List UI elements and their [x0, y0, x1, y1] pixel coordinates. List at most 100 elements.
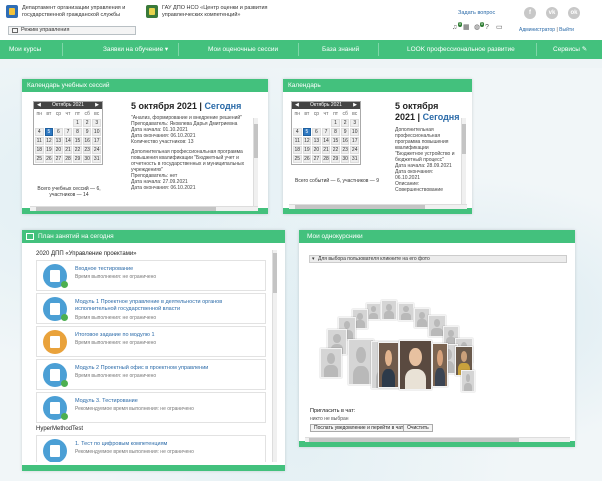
- lesson-item[interactable]: Модуль 3. Тестирование Рекомендуемое вре…: [36, 392, 266, 423]
- calendar-day[interactable]: 18: [35, 146, 44, 154]
- nav-services[interactable]: Сервисы ✎: [553, 40, 587, 59]
- classmate-photo[interactable]: [432, 343, 448, 387]
- calendar-day[interactable]: 31: [350, 155, 359, 163]
- calendar-day[interactable]: 6: [54, 128, 63, 136]
- bell-icon[interactable]: ♫ 0: [452, 21, 462, 31]
- calendar-day[interactable]: 2: [340, 119, 350, 127]
- calendar-day[interactable]: 8: [73, 128, 82, 136]
- calendar-day[interactable]: 12: [302, 137, 312, 145]
- calendar-day[interactable]: 7: [321, 128, 331, 136]
- calendar-day[interactable]: 21: [321, 146, 331, 154]
- calendar-day[interactable]: 8: [331, 128, 340, 136]
- calendar-day[interactable]: 11: [293, 137, 302, 145]
- next-month-icon[interactable]: ▶: [353, 102, 357, 109]
- calendar-day[interactable]: 17: [92, 137, 101, 145]
- calendar-day[interactable]: 29: [73, 155, 82, 163]
- calendar-day[interactable]: 20: [54, 146, 63, 154]
- session-info-scrollbar[interactable]: [253, 118, 258, 206]
- event-info-scrollbar[interactable]: [461, 118, 466, 204]
- calendar-day[interactable]: 13: [54, 137, 63, 145]
- odnoklassniki-icon[interactable]: ok: [568, 7, 580, 19]
- calendar-day[interactable]: 25: [35, 155, 44, 163]
- events-hscrollbar[interactable]: [289, 204, 467, 209]
- nav-my-courses[interactable]: Мои курсы: [9, 40, 41, 59]
- org-logo[interactable]: Департамент организации управления и гос…: [6, 5, 152, 18]
- calendar-day[interactable]: 17: [350, 137, 359, 145]
- lesson-item[interactable]: 1. Тест по цифровым компетенциям Рекомен…: [36, 435, 266, 462]
- classmate-photo[interactable]: [366, 303, 381, 320]
- classmate-photo[interactable]: [320, 348, 342, 378]
- lesson-list-scrollbar[interactable]: [272, 250, 277, 462]
- calendar-icon[interactable]: ▦: [463, 24, 471, 31]
- calendar-day[interactable]: 3: [92, 119, 101, 127]
- calendar-day[interactable]: 1: [73, 119, 82, 127]
- help-icon[interactable]: ?: [485, 24, 493, 31]
- calendar-day[interactable]: 2: [82, 119, 92, 127]
- calendar-day[interactable]: 10: [350, 128, 359, 136]
- lesson-item[interactable]: Входное тестирование Время выполнения: н…: [36, 260, 266, 291]
- calendar-day[interactable]: 5: [302, 128, 312, 136]
- calendar-day[interactable]: 4: [35, 128, 44, 136]
- today-link[interactable]: Сегодня: [204, 101, 241, 111]
- nav-knowledge-base[interactable]: База знаний: [322, 40, 359, 59]
- calendar-day[interactable]: 15: [331, 137, 340, 145]
- today-link[interactable]: Сегодня: [423, 112, 460, 122]
- ask-question-link[interactable]: Задать вопрос: [458, 10, 495, 16]
- calendar-day[interactable]: 28: [321, 155, 331, 163]
- lesson-title[interactable]: Итоговое задание по модулю 1: [75, 332, 261, 339]
- lesson-title[interactable]: Модуль 1 Проектное управление в деятельн…: [75, 299, 261, 312]
- user-name-link[interactable]: Администратор: [519, 27, 555, 33]
- chat-icon[interactable]: ◍ 0: [474, 21, 484, 31]
- scrollbar-thumb[interactable]: [462, 124, 466, 154]
- scrollbar-thumb[interactable]: [254, 124, 258, 158]
- calendar-day[interactable]: 12: [44, 137, 54, 145]
- calendar-day[interactable]: 5: [44, 128, 54, 136]
- classmates-hscrollbar[interactable]: [305, 437, 570, 442]
- calendar-day[interactable]: 19: [44, 146, 54, 154]
- lesson-title[interactable]: Входное тестирование: [75, 266, 261, 273]
- calendar-day[interactable]: 21: [63, 146, 73, 154]
- lesson-item[interactable]: Модуль 1 Проектное управление в деятельн…: [36, 293, 266, 324]
- classmate-photo[interactable]: [378, 342, 399, 388]
- calendar-day[interactable]: 24: [350, 146, 359, 154]
- lesson-item[interactable]: Итоговое задание по модулю 1 Время выпол…: [36, 326, 266, 357]
- calendar-day[interactable]: 27: [54, 155, 63, 163]
- lesson-title[interactable]: Модуль 2 Проектный офис в проектном упра…: [75, 365, 261, 372]
- calendar-day[interactable]: 16: [82, 137, 92, 145]
- calendar-day[interactable]: 1: [331, 119, 340, 127]
- calendar-day[interactable]: 9: [340, 128, 350, 136]
- folder-icon[interactable]: ▭: [496, 24, 504, 31]
- calendar-day[interactable]: 9: [82, 128, 92, 136]
- nav-assessment-sessions[interactable]: Мои оценочные сессии: [208, 40, 278, 59]
- calendar-day[interactable]: 24: [92, 146, 101, 154]
- lesson-title[interactable]: Модуль 3. Тестирование: [75, 398, 261, 405]
- scrollbar-thumb[interactable]: [309, 438, 519, 442]
- calendar-day[interactable]: 31: [92, 155, 101, 163]
- calendar-day[interactable]: 13: [312, 137, 321, 145]
- calendar-day[interactable]: 3: [350, 119, 359, 127]
- calendar-day[interactable]: 4: [293, 128, 302, 136]
- training-hscrollbar[interactable]: [30, 206, 258, 211]
- vk-icon[interactable]: vk: [546, 7, 558, 19]
- calendar-day[interactable]: 27: [312, 155, 321, 163]
- calendar-day[interactable]: 19: [302, 146, 312, 154]
- lesson-title[interactable]: 1. Тест по цифровым компетенциям: [75, 441, 261, 448]
- scrollbar-thumb[interactable]: [273, 253, 277, 293]
- clear-selection-button[interactable]: Очистить: [403, 424, 433, 432]
- calendar-day[interactable]: 25: [293, 155, 302, 163]
- lesson-item[interactable]: Модуль 2 Проектный офис в проектном упра…: [36, 359, 266, 390]
- classmate-select-dropdown[interactable]: Для выбора пользователя кликните на его …: [309, 255, 567, 263]
- calendar-day[interactable]: 6: [312, 128, 321, 136]
- calendar-day[interactable]: 14: [321, 137, 331, 145]
- nav-look-development[interactable]: LOOK профессиональное развитие: [407, 40, 515, 59]
- facebook-icon[interactable]: f: [524, 7, 536, 19]
- scrollbar-thumb[interactable]: [36, 207, 216, 211]
- calendar-day[interactable]: 16: [340, 137, 350, 145]
- calendar-day[interactable]: 15: [73, 137, 82, 145]
- calendar-day[interactable]: 23: [340, 146, 350, 154]
- calendar-day[interactable]: 26: [44, 155, 54, 163]
- send-notification-button[interactable]: Послать уведомление и перейти в чат: [310, 424, 408, 432]
- classmate-photo[interactable]: [461, 370, 475, 392]
- calendar-day[interactable]: 10: [92, 128, 101, 136]
- classmate-photo[interactable]: [398, 303, 414, 321]
